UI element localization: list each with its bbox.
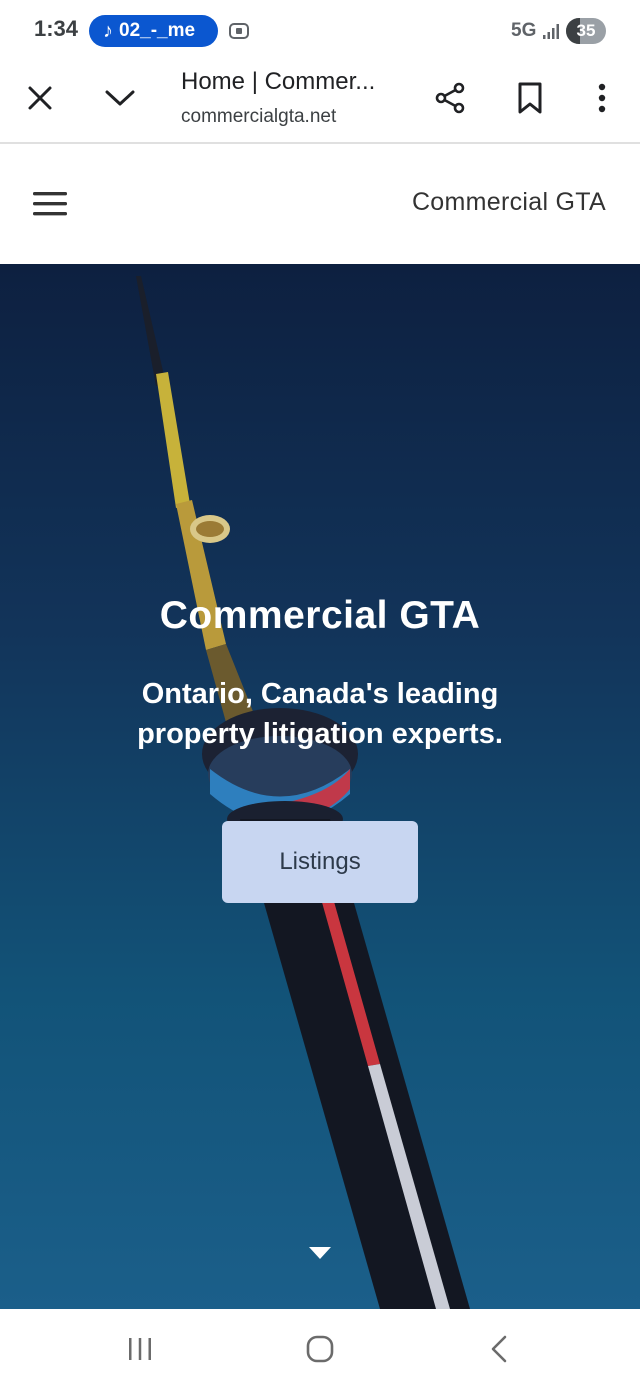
- media-pill-label: 02_-_me: [119, 20, 196, 41]
- close-icon: [28, 86, 52, 110]
- bookmark-icon: [518, 82, 542, 114]
- close-tab-button[interactable]: [18, 76, 62, 120]
- recent-apps-button[interactable]: [118, 1327, 162, 1371]
- system-navigation-bar: [0, 1309, 640, 1388]
- back-icon: [491, 1335, 507, 1363]
- more-options-button[interactable]: [580, 76, 624, 120]
- site-header: Commercial GTA: [0, 146, 640, 264]
- bookmark-button[interactable]: [508, 76, 552, 120]
- battery-indicator: 35: [566, 18, 606, 44]
- home-icon: [306, 1335, 334, 1363]
- share-button[interactable]: [428, 76, 472, 120]
- more-vert-icon: [598, 83, 606, 113]
- screen-recorder-icon: [229, 23, 249, 39]
- hero-subtitle: Ontario, Canada's leading property litig…: [137, 678, 503, 750]
- listings-button[interactable]: Listings: [222, 821, 418, 903]
- chevron-down-icon: [105, 90, 135, 106]
- back-button[interactable]: [477, 1327, 521, 1371]
- share-icon: [435, 82, 465, 114]
- site-brand[interactable]: Commercial GTA: [412, 188, 606, 217]
- status-time: 1:34: [34, 16, 79, 41]
- home-button[interactable]: [298, 1327, 342, 1371]
- caret-down-icon[interactable]: [308, 1246, 332, 1260]
- tab-title: Home | Commer...: [181, 68, 376, 95]
- hero-title: Commercial GTA: [159, 594, 481, 637]
- menu-icon[interactable]: [30, 186, 70, 222]
- music-note-icon: ♪: [103, 19, 113, 42]
- tab-url[interactable]: commercialgta.net: [181, 106, 336, 128]
- network-type: 5G: [511, 20, 537, 41]
- custom-tab-toolbar: Home | Commer... commercialgta.net: [0, 62, 640, 144]
- signal-icon: [543, 24, 559, 39]
- hero-section: Commercial GTA Ontario, Canada's leading…: [0, 264, 640, 1309]
- recent-apps-icon: [129, 1338, 151, 1360]
- battery-level: 35: [576, 21, 596, 40]
- status-bar: 1:34 ♪ 02_-_me 5G 35: [0, 0, 640, 62]
- minimize-tab-button[interactable]: [98, 76, 142, 120]
- cn-tower-image: [136, 276, 470, 1309]
- media-pill[interactable]: ♪ 02_-_me: [89, 15, 218, 47]
